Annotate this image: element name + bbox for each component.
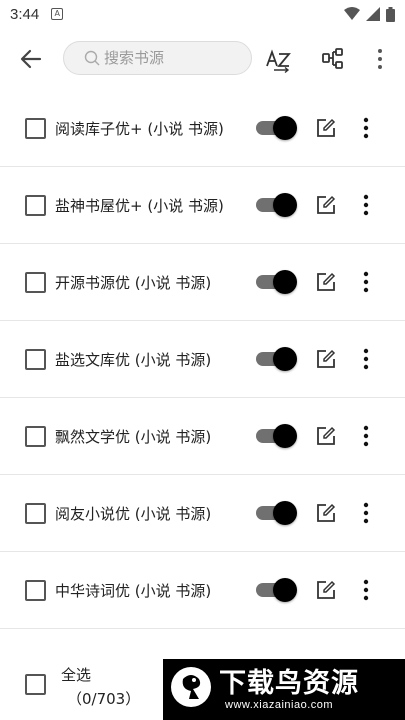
select-count: （0/703） [67, 690, 141, 708]
source-name: 开源书源优 (小说 书源) [55, 273, 212, 292]
enable-switch[interactable] [256, 424, 297, 448]
select-all-label[interactable]: 全选 [61, 664, 91, 685]
edit-icon[interactable] [316, 503, 336, 523]
list-item[interactable]: 中华诗词优 (小说 书源) [0, 552, 405, 629]
more-vertical-icon[interactable] [358, 502, 374, 524]
edit-icon[interactable] [316, 580, 336, 600]
bottom-bar: 全选 （0/703） 下载鸟资源 www.xiazainiao.com [0, 640, 405, 720]
back-arrow-icon[interactable] [18, 46, 44, 72]
checkbox[interactable] [25, 271, 46, 293]
select-all-checkbox[interactable] [25, 674, 46, 695]
checkbox[interactable] [25, 117, 46, 139]
enable-switch[interactable] [256, 578, 297, 602]
enable-switch[interactable] [256, 193, 297, 217]
toolbar [0, 32, 405, 84]
watermark-logo-icon [171, 667, 211, 707]
checkbox[interactable] [25, 579, 46, 601]
source-name: 飘然文学优 (小说 书源) [55, 427, 212, 446]
watermark-url: www.xiazainiao.com [225, 699, 334, 711]
checkbox[interactable] [25, 502, 46, 524]
enable-switch[interactable] [256, 270, 297, 294]
watermark-title: 下载鸟资源 [219, 668, 359, 699]
source-name: 盐神书屋优+ (小说 书源) [55, 196, 224, 215]
list-item[interactable]: 阅友小说优 (小说 书源) [0, 475, 405, 552]
edit-icon[interactable] [316, 118, 336, 138]
list-item[interactable]: 盐神书屋优+ (小说 书源) [0, 167, 405, 244]
enable-switch[interactable] [256, 347, 297, 371]
wifi-icon [344, 7, 360, 20]
edit-icon[interactable] [316, 195, 336, 215]
search-input[interactable] [104, 49, 244, 67]
list-item[interactable]: 开源书源优 (小说 书源) [0, 244, 405, 321]
more-vertical-icon[interactable] [372, 46, 388, 72]
checkbox[interactable] [25, 425, 46, 447]
search-bar[interactable] [63, 41, 252, 75]
cell-signal-icon [366, 7, 380, 21]
source-name: 中华诗词优 (小说 书源) [55, 581, 212, 600]
search-icon [84, 50, 100, 66]
source-name: 阅友小说优 (小说 书源) [55, 504, 212, 523]
source-name: 阅读库子优+ (小说 书源) [55, 119, 224, 138]
list-item[interactable]: 阅读库子优+ (小说 书源) [0, 90, 405, 167]
group-icon[interactable] [320, 46, 346, 72]
watermark: 下载鸟资源 www.xiazainiao.com [163, 659, 405, 720]
more-vertical-icon[interactable] [358, 271, 374, 293]
sort-az-icon[interactable] [264, 44, 294, 74]
more-vertical-icon[interactable] [358, 425, 374, 447]
status-time: 3:44 [10, 5, 40, 23]
source-list: 阅读库子优+ (小说 书源) 盐神书屋优+ (小说 书源) 开源书源优 (小说 … [0, 90, 405, 629]
checkbox[interactable] [25, 194, 46, 216]
enable-switch[interactable] [256, 501, 297, 525]
status-bar: 3:44 A [0, 0, 405, 28]
checkbox[interactable] [25, 348, 46, 370]
battery-icon [386, 6, 395, 22]
status-icons [344, 6, 395, 22]
edit-icon[interactable] [316, 349, 336, 369]
enable-switch[interactable] [256, 116, 297, 140]
list-item[interactable]: 盐选文库优 (小说 书源) [0, 321, 405, 398]
edit-icon[interactable] [316, 426, 336, 446]
list-item[interactable]: 飘然文学优 (小说 书源) [0, 398, 405, 475]
edit-icon[interactable] [316, 272, 336, 292]
notification-icon: A [51, 8, 64, 20]
more-vertical-icon[interactable] [358, 117, 374, 139]
source-name: 盐选文库优 (小说 书源) [55, 350, 212, 369]
more-vertical-icon[interactable] [358, 194, 374, 216]
more-vertical-icon[interactable] [358, 579, 374, 601]
more-vertical-icon[interactable] [358, 348, 374, 370]
